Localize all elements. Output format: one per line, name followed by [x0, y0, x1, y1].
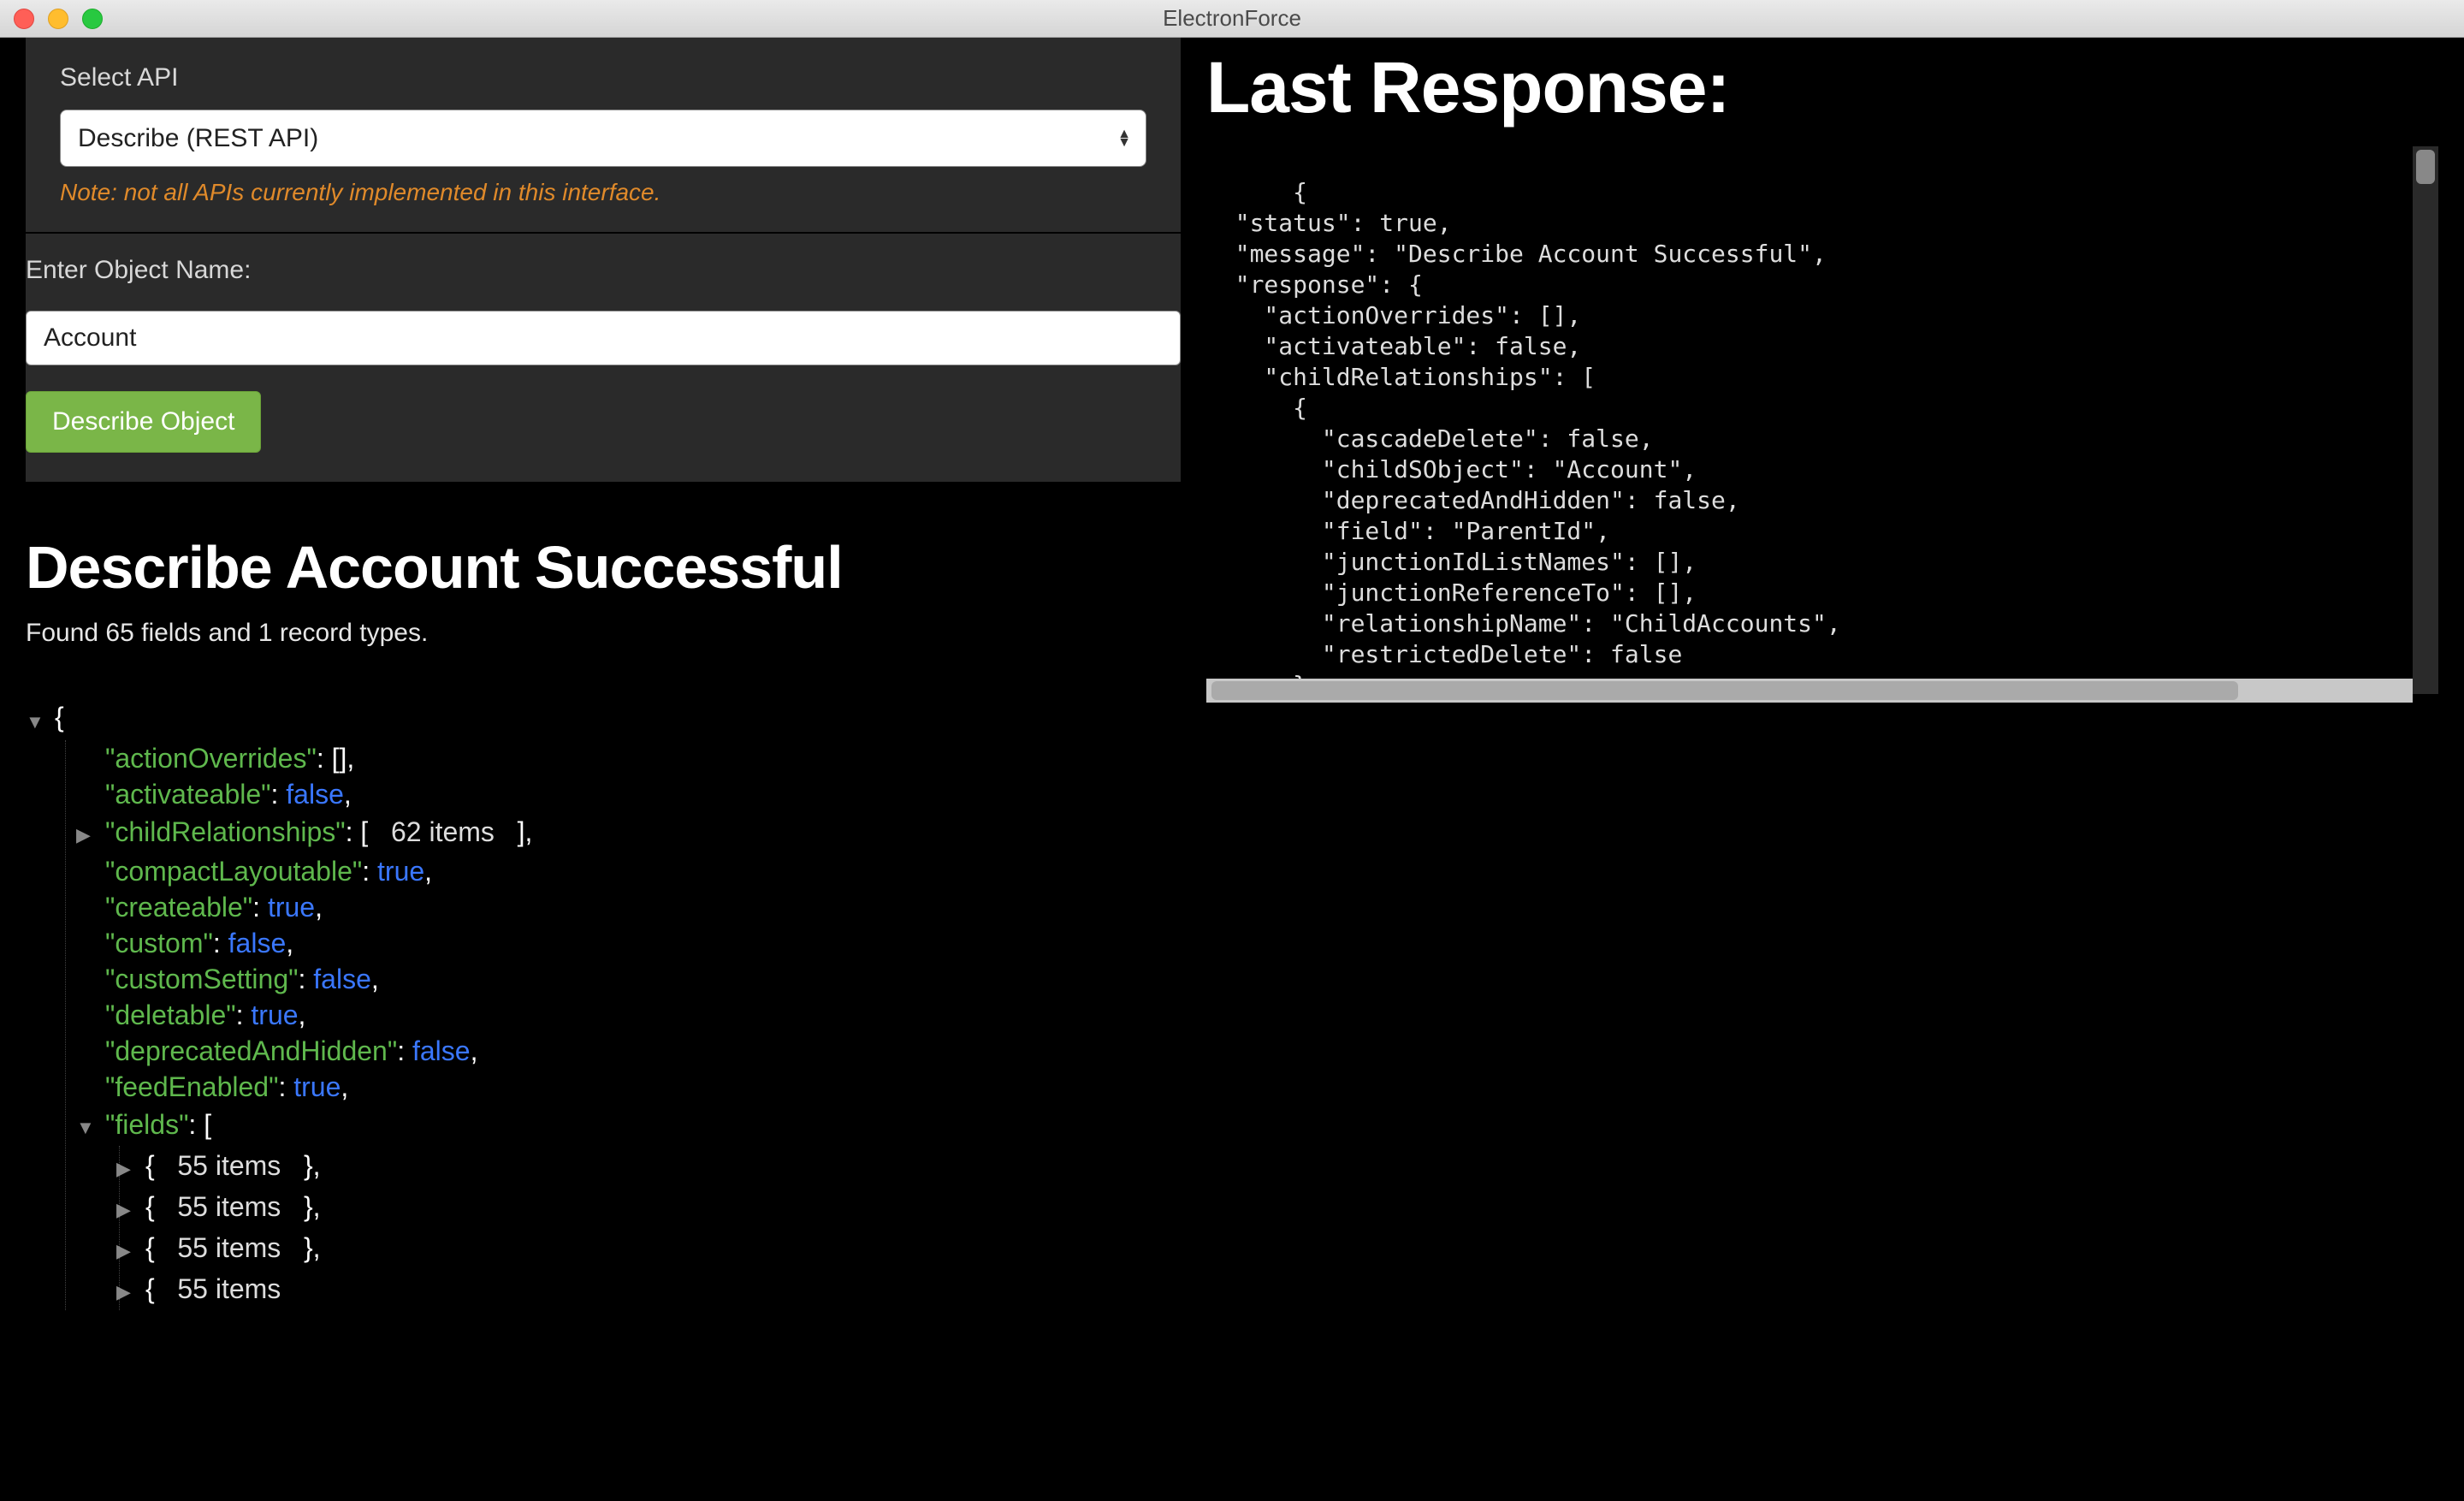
tree-expand-icon[interactable]: ▶	[116, 1233, 140, 1269]
object-name-input[interactable]	[26, 311, 1181, 365]
tree-entry: "deprecatedAndHidden": false,	[105, 1033, 1181, 1069]
scrollbar-thumb-vertical[interactable]	[2416, 150, 2435, 184]
api-select-section: Select API Describe (REST API) ▲▼ Note: …	[26, 38, 1181, 232]
tree-field-item: ▶{ 55 items },	[145, 1228, 1181, 1269]
tree-field-item: ▶{ 55 items },	[145, 1187, 1181, 1228]
tree-entry: "custom": false,	[105, 925, 1181, 961]
tree-field-item: ▶{ 55 items },	[145, 1146, 1181, 1187]
last-response-title: Last Response:	[1206, 46, 2438, 129]
tree-entry: ▶"childRelationships": [ 62 items ],	[105, 812, 1181, 853]
window-title: ElectronForce	[1163, 5, 1301, 32]
describe-object-button[interactable]: Describe Object	[26, 391, 261, 453]
maximize-icon[interactable]	[82, 9, 103, 29]
tree-expand-icon[interactable]: ▶	[116, 1151, 140, 1187]
tree-expand-icon[interactable]: ▶	[116, 1192, 140, 1228]
tree-entry: "actionOverrides": [],	[105, 740, 1181, 776]
json-raw-text: { "status": true, "message": "Describe A…	[1206, 178, 1841, 703]
tree-toggle-icon[interactable]: ▼	[26, 704, 50, 740]
result-title: Describe Account Successful	[26, 533, 1181, 602]
tree-brace-open: {	[55, 699, 64, 735]
api-select[interactable]: Describe (REST API)	[60, 110, 1146, 167]
tree-expand-icon[interactable]: ▶	[116, 1274, 140, 1310]
tree-entry: "deletable": true,	[105, 997, 1181, 1033]
tree-entry: "compactLayoutable": true,	[105, 853, 1181, 889]
scrollbar-vertical[interactable]	[2413, 146, 2438, 694]
tree-entry: ▼"fields": [	[105, 1105, 1181, 1146]
object-input-section: Enter Object Name: Describe Object	[26, 234, 1181, 482]
tree-entry: "createable": true,	[105, 889, 1181, 925]
json-raw-box: { "status": true, "message": "Describe A…	[1206, 146, 2438, 703]
tree-entry: "feedEnabled": true,	[105, 1069, 1181, 1105]
object-name-label: Enter Object Name:	[26, 256, 1181, 285]
tree-toggle-icon[interactable]: ▼	[76, 1110, 100, 1146]
left-pane: Select API Describe (REST API) ▲▼ Note: …	[0, 38, 1206, 1501]
close-icon[interactable]	[14, 9, 34, 29]
tree-entry: "activateable": false,	[105, 776, 1181, 812]
titlebar: ElectronForce	[0, 0, 2464, 38]
tree-field-item: ▶{ 55 items	[145, 1269, 1181, 1310]
minimize-icon[interactable]	[48, 9, 68, 29]
scrollbar-horizontal[interactable]	[1206, 679, 2413, 703]
select-caret-icon: ▲▼	[1117, 130, 1131, 147]
tree-expand-icon[interactable]: ▶	[76, 817, 100, 853]
select-api-label: Select API	[60, 63, 1146, 92]
scrollbar-thumb-horizontal[interactable]	[1211, 681, 2238, 700]
right-pane: Last Response: { "status": true, "messag…	[1206, 38, 2464, 1501]
traffic-lights	[14, 9, 103, 29]
result-summary: Found 65 fields and 1 record types.	[26, 619, 1181, 648]
tree-entry: "customSetting": false,	[105, 961, 1181, 997]
api-note: Note: not all APIs currently implemented…	[60, 179, 1146, 206]
json-tree: ▼ { "actionOverrides": [],"activateable"…	[26, 699, 1181, 1310]
